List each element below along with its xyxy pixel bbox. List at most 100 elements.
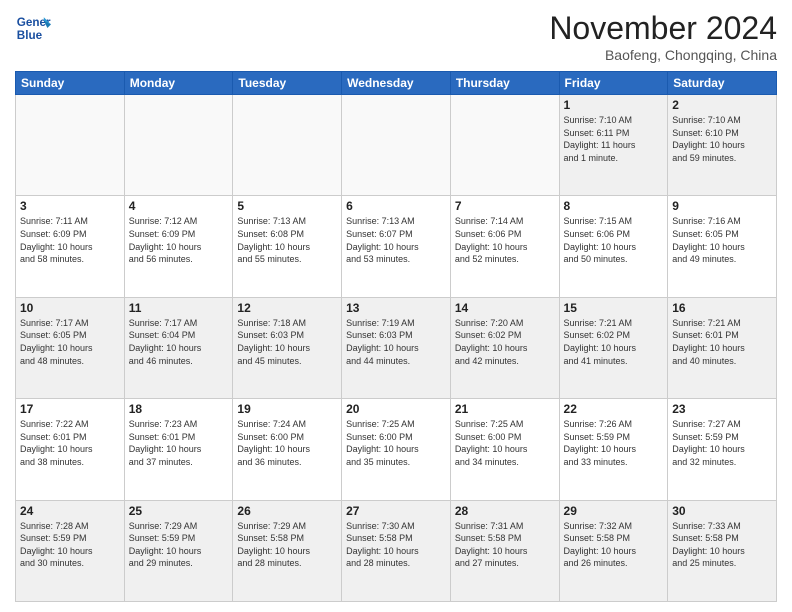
day-number: 9 xyxy=(672,199,772,213)
day-number: 2 xyxy=(672,98,772,112)
calendar-cell: 15 Sunrise: 7:21 AM Sunset: 6:02 PM Dayli… xyxy=(559,297,668,398)
day-info: Sunrise: 7:18 AM Sunset: 6:03 PM Dayligh… xyxy=(237,317,337,367)
calendar-cell: 28 Sunrise: 7:31 AM Sunset: 5:58 PM Dayli… xyxy=(450,500,559,601)
day-number: 14 xyxy=(455,301,555,315)
calendar-cell: 4Sunrise: 7:12 AM Sunset: 6:09 PM Daylig… xyxy=(124,196,233,297)
day-info: Sunrise: 7:17 AM Sunset: 6:05 PM Dayligh… xyxy=(20,317,120,367)
day-info: Sunrise: 7:19 AM Sunset: 6:03 PM Dayligh… xyxy=(346,317,446,367)
day-info: Sunrise: 7:30 AM Sunset: 5:58 PM Dayligh… xyxy=(346,520,446,570)
calendar-cell: 13 Sunrise: 7:19 AM Sunset: 6:03 PM Dayli… xyxy=(342,297,451,398)
calendar-cell: 11 Sunrise: 7:17 AM Sunset: 6:04 PM Dayli… xyxy=(124,297,233,398)
calendar-cell: 17Sunrise: 7:22 AM Sunset: 6:01 PM Dayli… xyxy=(16,399,125,500)
location: Baofeng, Chongqing, China xyxy=(549,47,777,63)
calendar-cell xyxy=(124,95,233,196)
svg-text:Blue: Blue xyxy=(17,29,43,42)
day-info: Sunrise: 7:29 AM Sunset: 5:58 PM Dayligh… xyxy=(237,520,337,570)
day-info: Sunrise: 7:11 AM Sunset: 6:09 PM Dayligh… xyxy=(20,215,120,265)
weekday-header: Monday xyxy=(124,72,233,95)
weekday-header: Friday xyxy=(559,72,668,95)
calendar-cell: 2Sunrise: 7:10 AM Sunset: 6:10 PM Daylig… xyxy=(668,95,777,196)
weekday-header: Thursday xyxy=(450,72,559,95)
day-info: Sunrise: 7:25 AM Sunset: 6:00 PM Dayligh… xyxy=(346,418,446,468)
calendar-cell: 30 Sunrise: 7:33 AM Sunset: 5:58 PM Dayli… xyxy=(668,500,777,601)
calendar-cell: 3 Sunrise: 7:11 AM Sunset: 6:09 PM Daylig… xyxy=(16,196,125,297)
day-number: 10 xyxy=(20,301,120,315)
day-number: 30 xyxy=(672,504,772,518)
day-number: 6 xyxy=(346,199,446,213)
day-number: 25 xyxy=(129,504,229,518)
weekday-header: Wednesday xyxy=(342,72,451,95)
day-info: Sunrise: 7:16 AM Sunset: 6:05 PM Dayligh… xyxy=(672,215,772,265)
day-number: 1 xyxy=(564,98,664,112)
day-info: Sunrise: 7:13 AM Sunset: 6:08 PM Dayligh… xyxy=(237,215,337,265)
day-info: Sunrise: 7:14 AM Sunset: 6:06 PM Dayligh… xyxy=(455,215,555,265)
calendar-cell: 24Sunrise: 7:28 AM Sunset: 5:59 PM Dayli… xyxy=(16,500,125,601)
calendar-week-row: 3 Sunrise: 7:11 AM Sunset: 6:09 PM Daylig… xyxy=(16,196,777,297)
calendar-cell: 8 Sunrise: 7:15 AM Sunset: 6:06 PM Daylig… xyxy=(559,196,668,297)
day-number: 21 xyxy=(455,402,555,416)
day-number: 4 xyxy=(129,199,229,213)
title-area: November 2024 Baofeng, Chongqing, China xyxy=(549,10,777,63)
day-info: Sunrise: 7:24 AM Sunset: 6:00 PM Dayligh… xyxy=(237,418,337,468)
day-number: 27 xyxy=(346,504,446,518)
day-number: 15 xyxy=(564,301,664,315)
day-number: 18 xyxy=(129,402,229,416)
page: General Blue November 2024 Baofeng, Chon… xyxy=(0,0,792,612)
day-info: Sunrise: 7:25 AM Sunset: 6:00 PM Dayligh… xyxy=(455,418,555,468)
calendar-cell: 21 Sunrise: 7:25 AM Sunset: 6:00 PM Dayli… xyxy=(450,399,559,500)
weekday-header: Sunday xyxy=(16,72,125,95)
day-info: Sunrise: 7:22 AM Sunset: 6:01 PM Dayligh… xyxy=(20,418,120,468)
day-info: Sunrise: 7:21 AM Sunset: 6:01 PM Dayligh… xyxy=(672,317,772,367)
day-number: 20 xyxy=(346,402,446,416)
day-number: 26 xyxy=(237,504,337,518)
calendar-cell xyxy=(233,95,342,196)
logo-icon: General Blue xyxy=(15,10,51,46)
calendar-table: SundayMondayTuesdayWednesdayThursdayFrid… xyxy=(15,71,777,602)
day-number: 29 xyxy=(564,504,664,518)
weekday-header: Saturday xyxy=(668,72,777,95)
day-info: Sunrise: 7:21 AM Sunset: 6:02 PM Dayligh… xyxy=(564,317,664,367)
calendar-week-row: 1 Sunrise: 7:10 AM Sunset: 6:11 PM Daylig… xyxy=(16,95,777,196)
day-number: 3 xyxy=(20,199,120,213)
day-number: 5 xyxy=(237,199,337,213)
day-number: 19 xyxy=(237,402,337,416)
day-info: Sunrise: 7:26 AM Sunset: 5:59 PM Dayligh… xyxy=(564,418,664,468)
calendar-cell: 10 Sunrise: 7:17 AM Sunset: 6:05 PM Dayli… xyxy=(16,297,125,398)
day-number: 8 xyxy=(564,199,664,213)
calendar-cell: 6Sunrise: 7:13 AM Sunset: 6:07 PM Daylig… xyxy=(342,196,451,297)
calendar-week-row: 24Sunrise: 7:28 AM Sunset: 5:59 PM Dayli… xyxy=(16,500,777,601)
day-info: Sunrise: 7:20 AM Sunset: 6:02 PM Dayligh… xyxy=(455,317,555,367)
calendar-cell: 16 Sunrise: 7:21 AM Sunset: 6:01 PM Dayli… xyxy=(668,297,777,398)
day-number: 23 xyxy=(672,402,772,416)
logo: General Blue xyxy=(15,10,51,46)
header: General Blue November 2024 Baofeng, Chon… xyxy=(15,10,777,63)
calendar-cell: 23 Sunrise: 7:27 AM Sunset: 5:59 PM Dayli… xyxy=(668,399,777,500)
calendar-cell: 20 Sunrise: 7:25 AM Sunset: 6:00 PM Dayli… xyxy=(342,399,451,500)
day-number: 28 xyxy=(455,504,555,518)
calendar-cell: 22Sunrise: 7:26 AM Sunset: 5:59 PM Dayli… xyxy=(559,399,668,500)
month-title: November 2024 xyxy=(549,10,777,47)
day-info: Sunrise: 7:10 AM Sunset: 6:11 PM Dayligh… xyxy=(564,114,664,164)
calendar-cell: 14 Sunrise: 7:20 AM Sunset: 6:02 PM Dayli… xyxy=(450,297,559,398)
day-info: Sunrise: 7:27 AM Sunset: 5:59 PM Dayligh… xyxy=(672,418,772,468)
day-number: 24 xyxy=(20,504,120,518)
day-number: 11 xyxy=(129,301,229,315)
calendar-cell: 1 Sunrise: 7:10 AM Sunset: 6:11 PM Daylig… xyxy=(559,95,668,196)
calendar-cell xyxy=(16,95,125,196)
day-info: Sunrise: 7:32 AM Sunset: 5:58 PM Dayligh… xyxy=(564,520,664,570)
calendar-cell: 5 Sunrise: 7:13 AM Sunset: 6:08 PM Daylig… xyxy=(233,196,342,297)
calendar-cell: 29 Sunrise: 7:32 AM Sunset: 5:58 PM Dayli… xyxy=(559,500,668,601)
day-number: 7 xyxy=(455,199,555,213)
day-info: Sunrise: 7:33 AM Sunset: 5:58 PM Dayligh… xyxy=(672,520,772,570)
calendar-week-row: 10 Sunrise: 7:17 AM Sunset: 6:05 PM Dayli… xyxy=(16,297,777,398)
day-info: Sunrise: 7:15 AM Sunset: 6:06 PM Dayligh… xyxy=(564,215,664,265)
calendar-cell: 12Sunrise: 7:18 AM Sunset: 6:03 PM Dayli… xyxy=(233,297,342,398)
day-info: Sunrise: 7:17 AM Sunset: 6:04 PM Dayligh… xyxy=(129,317,229,367)
day-number: 16 xyxy=(672,301,772,315)
calendar-cell: 19 Sunrise: 7:24 AM Sunset: 6:00 PM Dayli… xyxy=(233,399,342,500)
day-info: Sunrise: 7:23 AM Sunset: 6:01 PM Dayligh… xyxy=(129,418,229,468)
day-info: Sunrise: 7:31 AM Sunset: 5:58 PM Dayligh… xyxy=(455,520,555,570)
calendar-cell: 26 Sunrise: 7:29 AM Sunset: 5:58 PM Dayli… xyxy=(233,500,342,601)
day-number: 13 xyxy=(346,301,446,315)
calendar-cell xyxy=(450,95,559,196)
